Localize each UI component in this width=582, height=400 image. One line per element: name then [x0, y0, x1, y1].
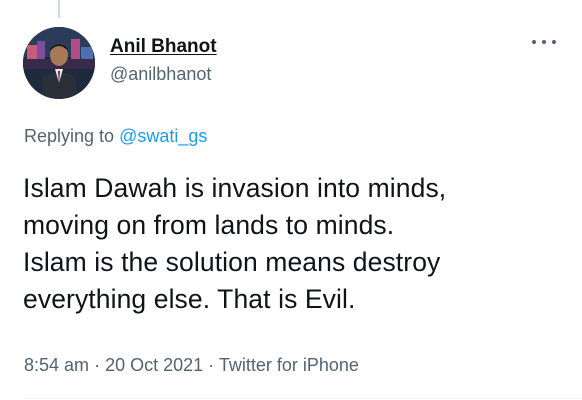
more-dot: [542, 40, 546, 44]
tweet-text-line: everything else. That is Evil.: [23, 284, 356, 314]
profile-photo-icon: [23, 27, 95, 99]
author-handle[interactable]: @anilbhanot: [110, 62, 217, 86]
tweet-source[interactable]: Twitter for iPhone: [219, 355, 359, 375]
tweet-text-line: Islam is the solution means destroy: [23, 247, 441, 277]
tweet-time[interactable]: 8:54 am: [24, 355, 89, 375]
tweet-meta: 8:54 am · 20 Oct 2021 · Twitter for iPho…: [24, 353, 359, 377]
author-display-name[interactable]: Anil Bhanot: [110, 35, 217, 59]
tweet-date[interactable]: 20 Oct 2021: [105, 355, 203, 375]
tweet-card: Anil Bhanot @anilbhanot Replying to @swa…: [0, 0, 582, 400]
user-info: Anil Bhanot @anilbhanot: [110, 35, 217, 86]
tweet-text-line: moving on from lands to minds.: [23, 210, 395, 240]
reply-mention-link[interactable]: @swati_gs: [119, 126, 207, 146]
more-options-icon[interactable]: [532, 34, 556, 50]
divider: [24, 398, 582, 399]
reply-context: Replying to @swati_gs: [24, 124, 207, 148]
avatar[interactable]: [23, 27, 95, 99]
meta-separator: ·: [208, 355, 215, 375]
tweet-text: Islam Dawah is invasion into minds, movi…: [23, 170, 568, 318]
more-dot: [532, 40, 536, 44]
reply-prefix: Replying to: [24, 126, 115, 146]
thread-connector-line: [58, 0, 60, 18]
tweet-text-line: Islam Dawah is invasion into minds,: [23, 173, 447, 203]
more-dot: [552, 40, 556, 44]
meta-separator: ·: [94, 355, 101, 375]
